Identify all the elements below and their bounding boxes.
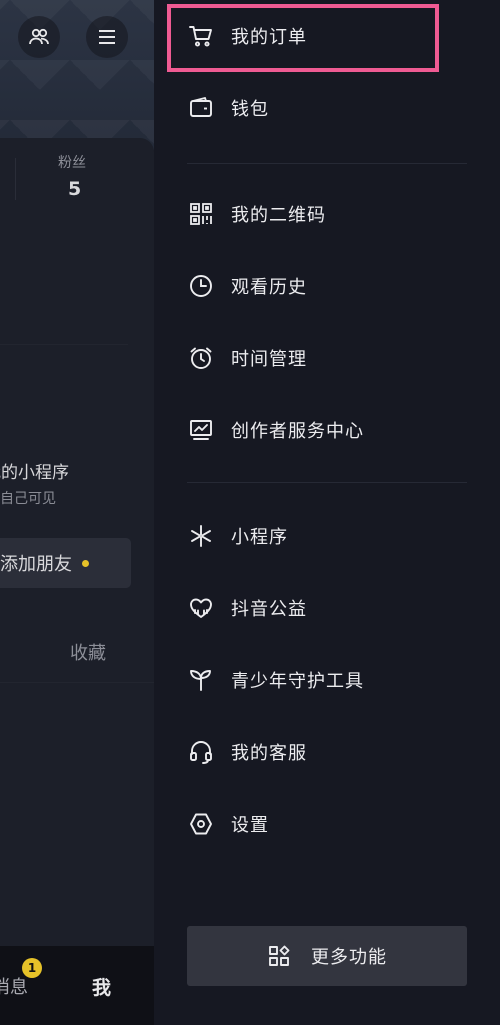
grid-apps-icon: [267, 944, 291, 968]
side-drawer: 我的订单 钱包 我的二维码 观看历史 时间管理 创作者服务中心 小程序 抖音公益…: [154, 0, 500, 1025]
menu-item-time-management[interactable]: 时间管理: [187, 334, 477, 382]
menu-item-qrcode[interactable]: 我的二维码: [187, 190, 477, 238]
divider: [0, 344, 128, 345]
monitor-chart-icon: [187, 416, 215, 444]
headset-icon: [187, 738, 215, 766]
add-friend-button[interactable]: 添加朋友: [0, 538, 131, 588]
menu-label: 我的客服: [231, 743, 307, 764]
more-functions-label: 更多功能: [311, 947, 387, 968]
fans-label: 粉丝: [58, 155, 86, 171]
add-friend-label: 添加朋友: [0, 554, 72, 575]
menu-label: 创作者服务中心: [231, 421, 364, 442]
menu-label: 青少年守护工具: [231, 671, 364, 692]
menu-item-orders[interactable]: 我的订单: [187, 12, 477, 60]
menu-item-mini-programs[interactable]: 小程序: [187, 512, 477, 560]
qrcode-icon: [187, 200, 215, 228]
cart-icon: [187, 22, 215, 50]
mini-program-icon: [187, 522, 215, 550]
more-functions-button[interactable]: 更多功能: [187, 926, 467, 986]
mini-program-title[interactable]: 我的小程序: [0, 458, 69, 483]
sprout-icon: [187, 666, 215, 694]
divider: [0, 682, 154, 683]
profile-page-background: 粉丝 5 我的小程序 仅自己可见 添加朋友 收藏 消息 1 我: [0, 0, 154, 1025]
menu-button[interactable]: [86, 16, 128, 58]
settings-hexagon-icon: [187, 810, 215, 838]
notification-dot: [82, 559, 89, 567]
fans-count[interactable]: 5: [68, 178, 81, 200]
wallet-icon: [187, 94, 215, 122]
messages-badge: 1: [22, 958, 42, 978]
menu-divider: [187, 163, 467, 164]
stat-divider: [15, 158, 16, 200]
menu-label: 设置: [231, 815, 269, 836]
menu-label: 时间管理: [231, 349, 307, 370]
menu-item-creator-center[interactable]: 创作者服务中心: [187, 406, 477, 454]
menu-label: 钱包: [231, 99, 269, 120]
menu-label: 抖音公益: [231, 599, 307, 620]
menu-item-settings[interactable]: 设置: [187, 800, 477, 848]
alarm-icon: [187, 344, 215, 372]
menu-label: 小程序: [231, 527, 288, 548]
hamburger-icon: [96, 26, 118, 48]
friends-icon: [27, 25, 51, 49]
friends-button[interactable]: [18, 16, 60, 58]
tab-collect[interactable]: 收藏: [70, 639, 106, 665]
menu-label: 观看历史: [231, 277, 307, 298]
menu-item-youth-protection[interactable]: 青少年守护工具: [187, 656, 477, 704]
menu-label: 我的订单: [231, 27, 307, 48]
charity-heart-icon: [187, 594, 215, 622]
tab-messages[interactable]: 消息: [0, 973, 28, 999]
menu-item-charity[interactable]: 抖音公益: [187, 584, 477, 632]
menu-item-watch-history[interactable]: 观看历史: [187, 262, 477, 310]
menu-item-customer-service[interactable]: 我的客服: [187, 728, 477, 776]
menu-item-wallet[interactable]: 钱包: [187, 84, 477, 132]
mini-program-subtitle: 仅自己可见: [0, 491, 56, 507]
clock-icon: [187, 272, 215, 300]
menu-divider: [187, 482, 467, 483]
tab-me[interactable]: 我: [92, 973, 111, 1000]
menu-label: 我的二维码: [231, 205, 326, 226]
